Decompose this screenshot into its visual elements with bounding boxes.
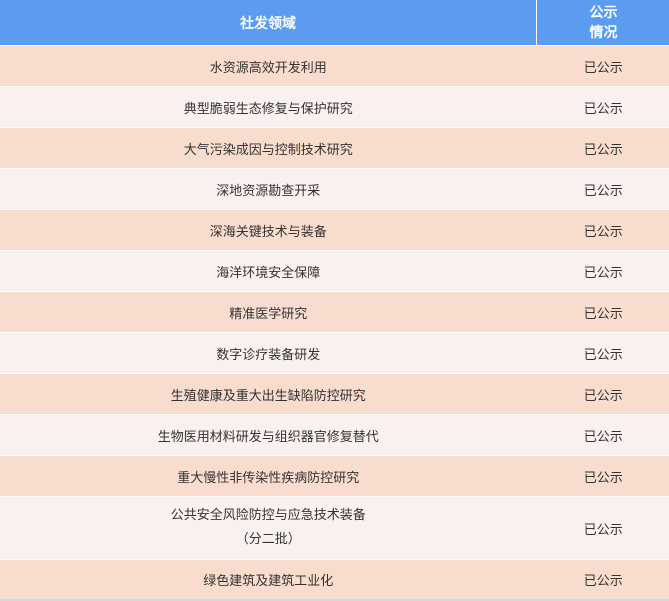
field-cell: 海洋环境安全保障 xyxy=(0,250,537,292)
header-status-line2: 情况 xyxy=(589,24,618,41)
status-cell: 已公示 xyxy=(536,127,669,169)
status-cell: 已公示 xyxy=(536,414,669,456)
status-cell: 已公示 xyxy=(536,496,669,560)
header-field: 社发领域 xyxy=(0,0,537,46)
field-cell: 绿色建筑及建筑工业化 xyxy=(0,559,537,601)
table-row: 数字诊疗装备研发 已公示 xyxy=(0,332,669,374)
field-cell: 大气污染成因与控制技术研究 xyxy=(0,127,537,169)
field-cell: 深海关键技术与装备 xyxy=(0,209,537,251)
status-cell: 已公示 xyxy=(536,250,669,292)
status-cell: 已公示 xyxy=(536,559,669,601)
table-row: 重大慢性非传染性疾病防控研究 已公示 xyxy=(0,455,669,497)
table-row: 大气污染成因与控制技术研究 已公示 xyxy=(0,127,669,169)
table-row: 生物医用材料研发与组织器官修复替代 已公示 xyxy=(0,414,669,456)
field-cell: 精准医学研究 xyxy=(0,291,537,333)
table-row: 典型脆弱生态修复与保护研究 已公示 xyxy=(0,86,669,128)
field-cell: 生殖健康及重大出生缺陷防控研究 xyxy=(0,373,537,415)
field-cell: 深地资源勘查开采 xyxy=(0,168,537,210)
table-row: 公共安全风险防控与应急技术装备 （分二批） 已公示 xyxy=(0,496,669,560)
status-cell: 已公示 xyxy=(536,45,669,87)
field-cell: 公共安全风险防控与应急技术装备 （分二批） xyxy=(0,496,537,560)
status-cell: 已公示 xyxy=(536,332,669,374)
table-row: 深地资源勘查开采 已公示 xyxy=(0,168,669,210)
header-status-line1: 公示 xyxy=(589,4,618,21)
table-row: 深海关键技术与装备 已公示 xyxy=(0,209,669,251)
field-cell: 数字诊疗装备研发 xyxy=(0,332,537,374)
table-header-row: 社发领域 公示 情况 xyxy=(0,0,669,46)
field-cell: 典型脆弱生态修复与保护研究 xyxy=(0,86,537,128)
status-cell: 已公示 xyxy=(536,168,669,210)
status-cell: 已公示 xyxy=(536,455,669,497)
field-cell: 生物医用材料研发与组织器官修复替代 xyxy=(0,414,537,456)
table-row: 海洋环境安全保障 已公示 xyxy=(0,250,669,292)
header-status: 公示 情况 xyxy=(536,0,669,46)
table-row: 生殖健康及重大出生缺陷防控研究 已公示 xyxy=(0,373,669,415)
field-cell-line2: （分二批） xyxy=(235,532,301,547)
table-row: 精准医学研究 已公示 xyxy=(0,291,669,333)
table-row: 水资源高效开发利用 已公示 xyxy=(0,45,669,87)
field-cell: 重大慢性非传染性疾病防控研究 xyxy=(0,455,537,497)
status-cell: 已公示 xyxy=(536,291,669,333)
table-row: 绿色建筑及建筑工业化 已公示 xyxy=(0,559,669,601)
field-cell-line1: 公共安全风险防控与应急技术装备 xyxy=(170,508,366,523)
status-cell: 已公示 xyxy=(536,209,669,251)
public-notice-table: 社发领域 公示 情况 水资源高效开发利用 已公示 典型脆弱生态修复与保护研究 已… xyxy=(0,0,669,601)
status-cell: 已公示 xyxy=(536,373,669,415)
status-cell: 已公示 xyxy=(536,86,669,128)
field-cell: 水资源高效开发利用 xyxy=(0,45,537,87)
